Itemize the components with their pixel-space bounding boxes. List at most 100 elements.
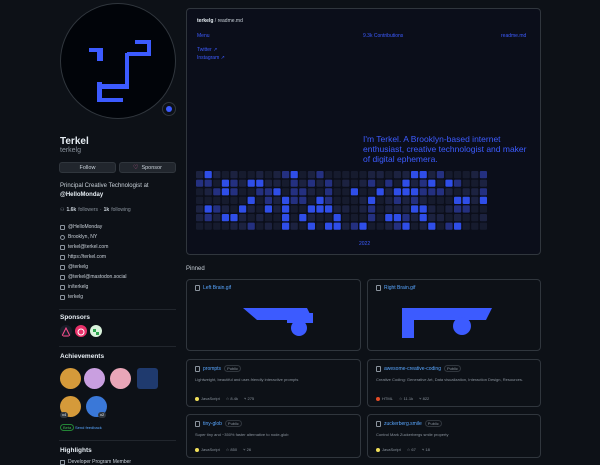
contribution-cell [342, 222, 350, 230]
readme-contributions: 9.3k Contributions [363, 33, 404, 39]
contribution-cell [282, 179, 290, 187]
star-count: 8.4k [230, 396, 238, 401]
follow-button[interactable]: Follow [59, 162, 116, 173]
sponsor-avatar-1[interactable] [60, 325, 72, 337]
contribution-cell [307, 205, 315, 213]
repo-icon [195, 365, 200, 372]
contribution-cell [462, 188, 470, 196]
contribution-cell [316, 196, 324, 204]
contribution-cell [325, 205, 333, 213]
contribution-cell [290, 188, 298, 196]
contribution-cell [256, 222, 264, 230]
achievements-title: Achievements [60, 353, 105, 360]
detail-text[interactable]: @HelloMonday [68, 224, 102, 230]
card-title[interactable]: tiny-glob Public [195, 420, 242, 427]
linkedin-icon [60, 284, 65, 290]
forks[interactable]: ⑂ 822 [419, 396, 429, 401]
readme-file-link[interactable]: readme.md [501, 33, 526, 39]
sponsor-avatar-3[interactable] [90, 325, 102, 337]
contribution-cell [247, 196, 255, 204]
contribution-cell [462, 179, 470, 187]
pinned-repo-card[interactable]: tiny-glob Public Super tiny and ~350% fas… [186, 414, 361, 458]
contribution-cell [264, 179, 272, 187]
detail-text[interactable]: @terkel@mastodon.social [68, 274, 127, 280]
readme-menu-link[interactable]: Menu [197, 33, 210, 39]
profile-avatar[interactable] [58, 0, 180, 126]
forks[interactable]: ⑂ 18 [422, 447, 430, 452]
sponsor-avatar-2[interactable] [75, 325, 87, 337]
contribution-cell [402, 196, 410, 204]
contribution-cell [462, 171, 470, 179]
pinned-repo-card[interactable]: zuckerberg.smile Public Control Mark Zuck… [367, 414, 541, 458]
highlights-title: Highlights [60, 447, 92, 454]
contribution-cell [204, 179, 212, 187]
contribution-cell [256, 214, 264, 222]
contribution-cell [402, 188, 410, 196]
crumb-user[interactable]: terkelg [197, 18, 213, 24]
contribution-cell [204, 214, 212, 222]
contribution-cell [307, 214, 315, 222]
contribution-cell [436, 196, 444, 204]
achievement-badge-3[interactable] [110, 368, 131, 389]
send-feedback-link[interactable]: Send feedback [75, 424, 102, 431]
forks[interactable]: ⑂ 275 [244, 396, 254, 401]
contribution-cell [325, 179, 333, 187]
contribution-cell [264, 196, 272, 204]
forks[interactable]: ⑂ 26 [243, 447, 251, 452]
contribution-cell [290, 171, 298, 179]
pinned-repo-card[interactable]: prompts Public Lightweight, beautiful and… [186, 359, 361, 407]
card-title[interactable]: prompts Public [195, 365, 241, 372]
contribution-cell [428, 171, 436, 179]
following-label[interactable]: following [111, 207, 130, 213]
bio-org-link[interactable]: @HelloMonday [60, 192, 103, 198]
detail-text[interactable]: terkel@terkel.com [68, 244, 108, 250]
repo-name[interactable]: tiny-glob [203, 421, 222, 427]
repo-name[interactable]: prompts [203, 366, 221, 372]
detail-text[interactable]: in/terkelg [68, 284, 88, 290]
following-count[interactable]: 1k [104, 207, 110, 213]
detail-text[interactable]: https://terkel.com [68, 254, 106, 260]
contribution-cell [273, 196, 281, 204]
twitter-link[interactable]: Twitter ↗ [197, 46, 225, 54]
detail-text[interactable]: @terkelg [68, 264, 88, 270]
followers-label[interactable]: followers [78, 207, 98, 213]
achievement-badge-4[interactable] [137, 368, 158, 389]
crumb-file[interactable]: readme.md [218, 18, 243, 24]
stars[interactable]: ☆ 850 [226, 447, 237, 452]
achievement-badge-1[interactable] [60, 368, 81, 389]
organization-icon [60, 224, 65, 230]
contribution-cell [325, 196, 333, 204]
stars[interactable]: ☆ 11.1k [399, 396, 413, 401]
contribution-cell [445, 196, 453, 204]
contribution-cell [479, 214, 487, 222]
card-title[interactable]: zuckerberg.smile Public [376, 420, 442, 427]
sponsor-button[interactable]: ♡ Sponsor [119, 162, 176, 173]
repo-name[interactable]: zuckerberg.smile [384, 421, 422, 427]
contribution-cell [350, 222, 358, 230]
pinned-repo-card[interactable]: awesome-creative-coding Public Creative C… [367, 359, 541, 407]
detail-location: Brooklyn, NY [60, 232, 127, 242]
stars[interactable]: ☆ 8.4k [226, 396, 238, 401]
contribution-cell [402, 179, 410, 187]
contribution-cell [479, 188, 487, 196]
stars[interactable]: ☆ 67 [407, 447, 416, 452]
contribution-cell [479, 205, 487, 213]
contribution-cell [342, 171, 350, 179]
contribution-cell [350, 214, 358, 222]
contribution-cell [333, 196, 341, 204]
triangle-logo-icon [61, 326, 71, 337]
instagram-link[interactable]: Instagram ↗ [197, 54, 225, 62]
pinned-card-right-brain[interactable]: Right Brain.gif [367, 279, 541, 351]
card-title[interactable]: awesome-creative-coding Public [376, 365, 461, 372]
contribution-cell [479, 171, 487, 179]
achievement-badge-2[interactable] [84, 368, 105, 389]
contribution-cell [402, 171, 410, 179]
contribution-cell [368, 214, 376, 222]
contribution-cell [221, 222, 229, 230]
status-icon[interactable] [162, 102, 176, 116]
detail-text[interactable]: terkelg [68, 294, 83, 300]
contribution-cell [479, 196, 487, 204]
followers-count[interactable]: 1.6k [66, 207, 76, 213]
pinned-card-left-brain[interactable]: Left Brain.gif [186, 279, 361, 351]
repo-name[interactable]: awesome-creative-coding [384, 366, 441, 372]
